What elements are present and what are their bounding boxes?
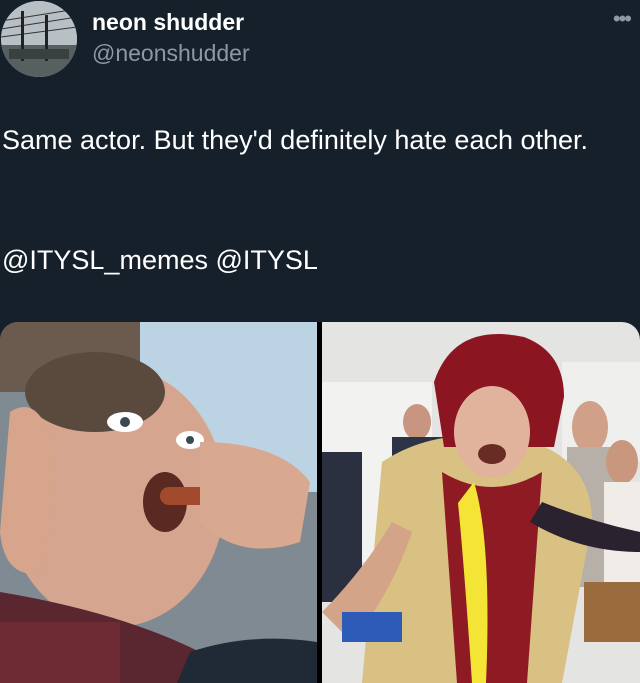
author-display-name[interactable]: neon shudder (92, 9, 244, 36)
media-image-right[interactable] (322, 322, 640, 683)
tweet-mentions[interactable]: @ITYSL_memes @ITYSL (2, 245, 318, 276)
ellipsis-icon[interactable]: ••• (613, 8, 632, 30)
author-handle[interactable]: @neonshudder (92, 40, 250, 67)
tweet-header: neon shudder @neonshudder ••• (0, 0, 640, 90)
media-image-left[interactable] (0, 322, 317, 683)
tweet-media[interactable] (0, 322, 640, 683)
author-avatar[interactable] (1, 1, 77, 77)
tweet-text: Same actor. But they'd definitely hate e… (2, 125, 589, 155)
